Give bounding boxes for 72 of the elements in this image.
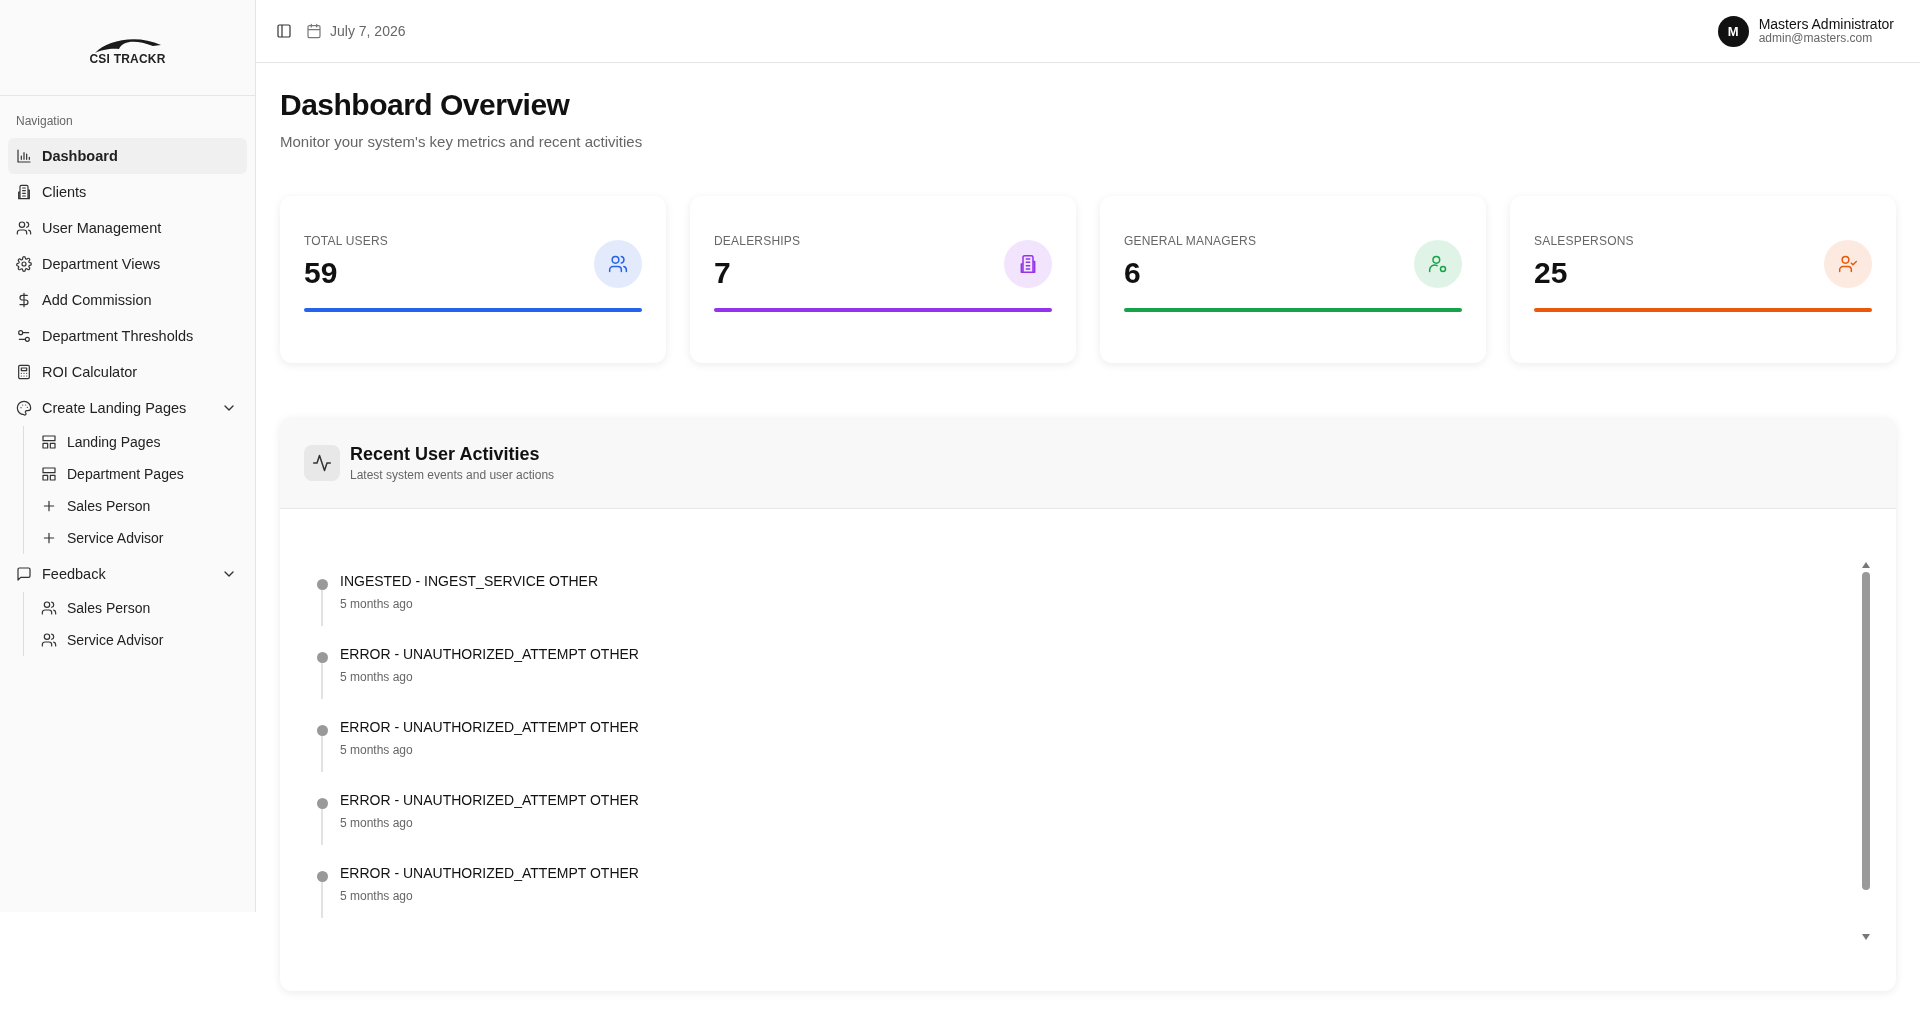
layout-icon [41,434,57,450]
panel-subtitle: Latest system events and user actions [350,467,555,482]
activity-title: INGESTED - INGEST_SERVICE OTHER [340,573,598,589]
palette-icon [16,400,32,416]
sidebar-item[interactable]: Create Landing Pages [8,390,247,426]
sidebar-item[interactable]: User Management [8,210,247,246]
sidebar-toggle-icon[interactable] [276,23,292,39]
users-icon [41,600,57,616]
sidebar-subitem[interactable]: Service Advisor [41,522,247,554]
stat-label: GENERAL MANAGERS [1124,234,1257,248]
stat-value: 7 [714,256,732,290]
sidebar-subitem[interactable]: Sales Person [41,592,247,624]
activity-time: 5 months ago [340,816,414,830]
activity-time: 5 months ago [340,743,414,757]
user-avatar[interactable]: M [1717,15,1749,47]
stat-label: TOTAL USERS [304,234,388,248]
calculator-icon [16,364,32,380]
sidebar-item[interactable]: Department Views [8,246,247,282]
scroll-up-icon[interactable] [1861,561,1871,569]
users-icon [41,632,57,648]
sidebar-item[interactable]: Add Commission [8,282,247,318]
activity-title: ERROR - UNAUTHORIZED_ATTEMPT OTHER [340,865,639,881]
sidebar-item[interactable]: Feedback [8,556,247,592]
activity-time: 5 months ago [340,670,414,684]
layout-icon [41,466,57,482]
users-icon [16,220,32,236]
stat-label: DEALERSHIPS [714,234,801,248]
panel-title: Recent User Activities [350,443,541,465]
dollar-icon [16,292,32,308]
building-icon [1018,254,1038,274]
sidebar-subitem[interactable]: Sales Person [41,490,247,522]
activity-time: 5 months ago [340,889,414,903]
activity-title: ERROR - UNAUTHORIZED_ATTEMPT OTHER [340,719,639,735]
bar-chart-icon [16,148,32,164]
user-name: Masters Administrator [1758,16,1894,33]
sidebar-subitem[interactable]: Department Pages [41,458,247,490]
activity-icon [312,452,332,473]
sidebar-subitem[interactable]: Service Advisor [41,624,247,656]
settings-icon [16,256,32,272]
message-icon [16,566,32,582]
timeline-dot [316,579,328,590]
timeline-dot [316,798,328,809]
logo-text: CSI TRACKR [89,51,166,66]
activity-title: ERROR - UNAUTHORIZED_ATTEMPT OTHER [340,646,639,662]
activity-time: 5 months ago [340,597,414,611]
sliders-icon [16,328,32,344]
timeline-dot [316,652,328,663]
timeline-dot [316,725,328,736]
users-icon [608,254,628,274]
sidebar-item[interactable]: ROI Calculator [8,354,247,390]
section-label: Navigation [15,114,74,130]
timeline-dot [316,871,328,882]
sidebar-item[interactable]: Clients [8,174,247,210]
plus-icon [41,530,57,546]
stat-value: 25 [1534,256,1569,290]
sidebar-item[interactable]: Dashboard [8,138,247,174]
user-email: admin@masters.com [1758,32,1874,46]
plus-icon [41,498,57,514]
sidebar-item[interactable]: Department Thresholds [8,318,247,354]
calendar-icon [306,23,322,39]
date-text: July 7, 2026 [330,23,406,39]
scroll-down-icon[interactable] [1861,933,1871,941]
page-subtitle: Monitor your system's key metrics and recent activities [280,133,644,150]
sidebar-subitem[interactable]: Landing Pages [41,426,247,458]
user-check-icon [1838,254,1858,274]
stat-label: SALESPERSONS [1534,234,1634,248]
activity-title: ERROR - UNAUTHORIZED_ATTEMPT OTHER [340,792,639,808]
stat-value: 59 [304,256,339,290]
stat-value: 6 [1124,256,1142,290]
building-icon [16,184,32,200]
page-title: Dashboard Overview [280,87,571,123]
scrollbar-thumb[interactable] [1862,572,1870,890]
